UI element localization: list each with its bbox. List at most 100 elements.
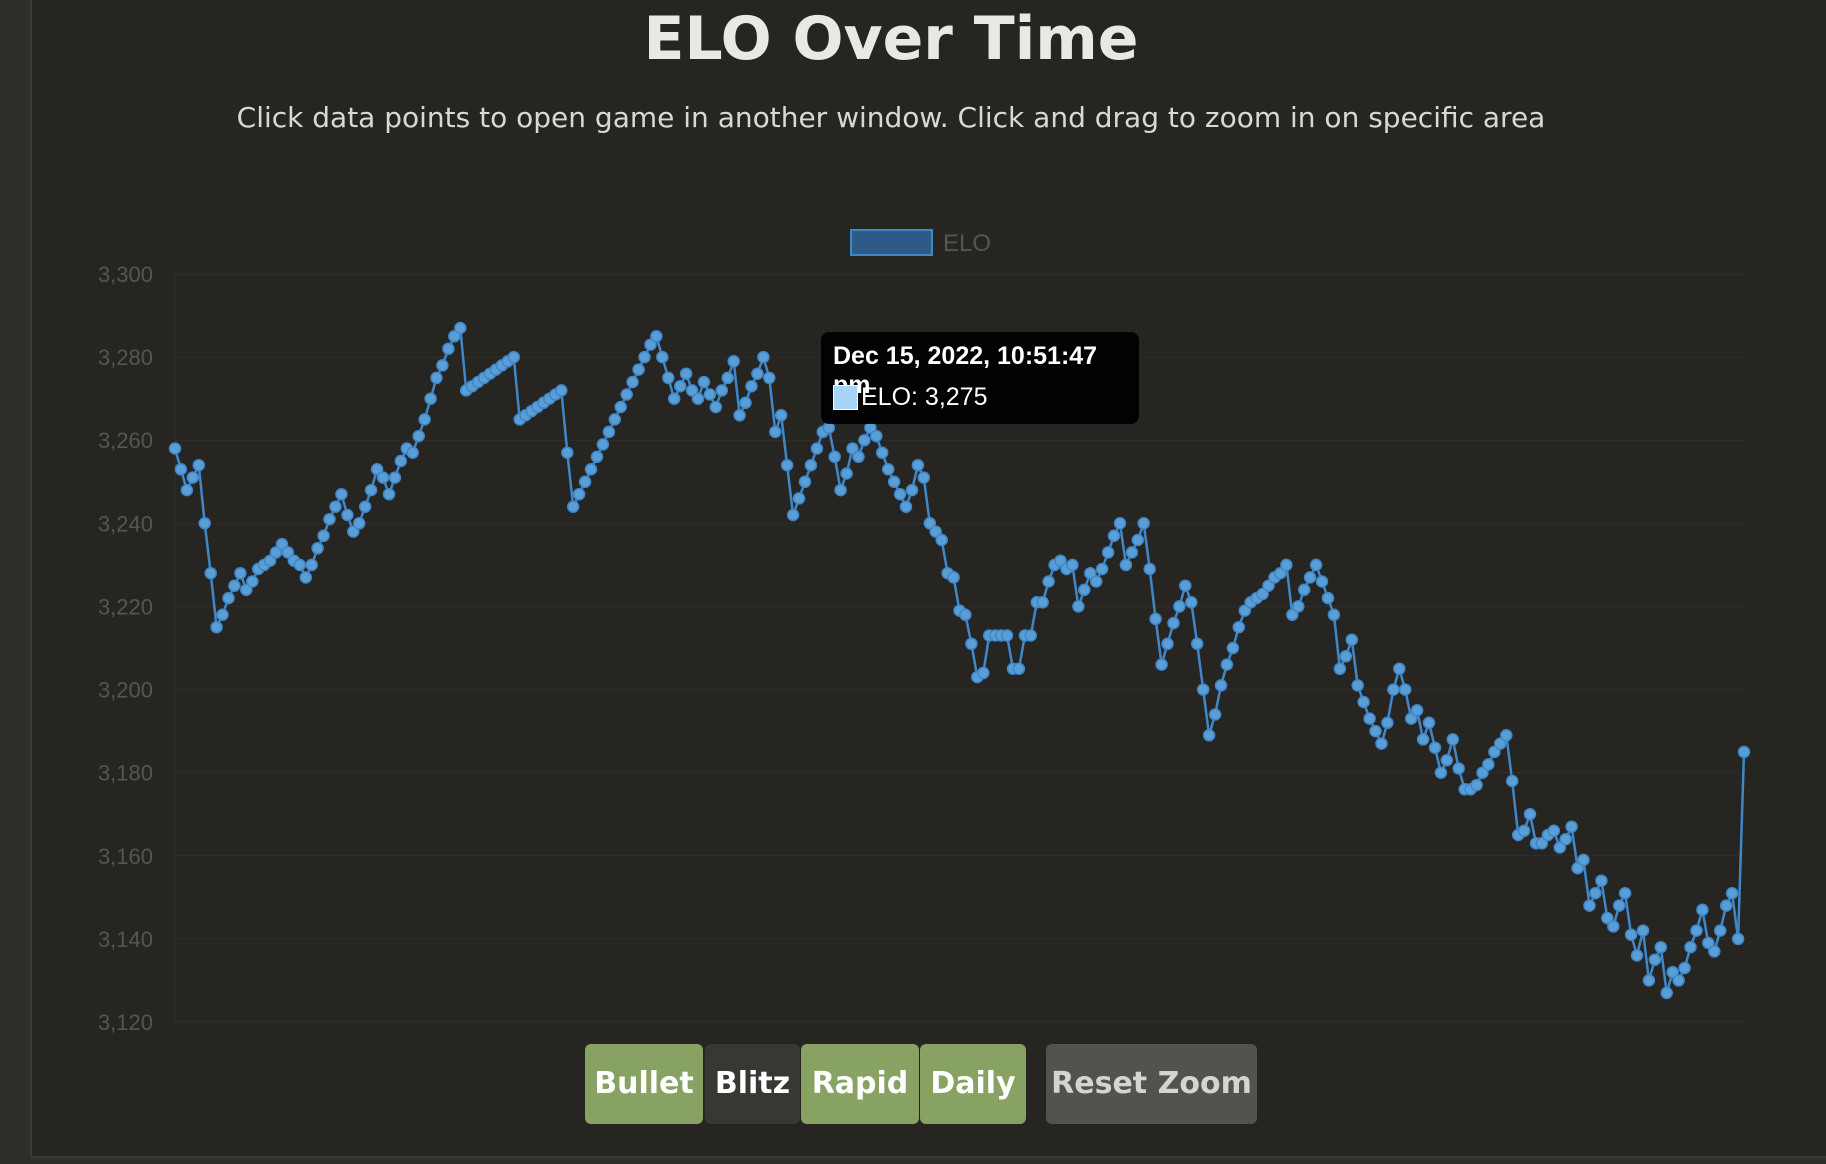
- rapid-toggle-button[interactable]: Rapid: [801, 1044, 919, 1124]
- elo-data-point: [198, 517, 211, 530]
- tooltip-color-swatch: [833, 385, 858, 410]
- elo-data-point: [1095, 562, 1109, 576]
- y-tick-label: 3,300: [98, 262, 153, 287]
- elo-data-point: [911, 458, 925, 472]
- elo-data-point: [1624, 928, 1638, 941]
- elo-data-point: [727, 355, 740, 368]
- elo-data-point: [1434, 766, 1448, 779]
- elo-data-point: [1660, 986, 1673, 1000]
- elo-data-point: [1416, 733, 1430, 746]
- elo-data-point: [210, 620, 223, 634]
- elo-data-point: [1012, 662, 1026, 676]
- elo-data-point: [1393, 662, 1406, 676]
- elo-data-point: [656, 350, 669, 364]
- elo-data-point: [739, 396, 752, 410]
- elo-data-point: [1292, 600, 1305, 613]
- elo-data-point: [1648, 953, 1662, 966]
- elo-data-point: [1196, 683, 1210, 696]
- elo-data-point: [1470, 778, 1483, 792]
- elo-data-point: [691, 392, 705, 405]
- elo-data-point: [1708, 945, 1721, 958]
- elo-data-point: [1214, 679, 1228, 692]
- elo-data-point: [1190, 637, 1204, 651]
- elo-data-point: [1357, 695, 1370, 709]
- elo-data-point: [168, 442, 182, 455]
- bullet-toggle-button[interactable]: Bullet: [585, 1044, 703, 1124]
- elo-data-point: [1078, 583, 1091, 597]
- elo-data-point: [703, 388, 717, 401]
- elo-data-point: [358, 500, 372, 513]
- elo-data-point: [174, 463, 188, 476]
- elo-data-point: [614, 400, 627, 414]
- elo-data-point: [1630, 949, 1644, 962]
- elo-data-point: [222, 591, 235, 605]
- elo-data-point: [1208, 708, 1222, 721]
- y-tick-label: 3,200: [98, 678, 153, 703]
- elo-data-point: [424, 392, 437, 405]
- elo-data-point: [1202, 729, 1216, 742]
- elo-line-chart[interactable]: 3,120 3,140 3,160 3,180 3,200 3,220 3,240 3,260…: [0, 0, 1826, 1164]
- elo-data-point: [1339, 650, 1353, 663]
- elo-data-point: [757, 350, 770, 364]
- daily-toggle-button[interactable]: Daily: [920, 1044, 1026, 1124]
- reset-zoom-button[interactable]: Reset Zoom: [1046, 1044, 1257, 1124]
- elo-data-point: [1589, 886, 1602, 900]
- elo-data-point: [192, 458, 206, 472]
- elo-data-point: [1410, 704, 1424, 717]
- elo-data-point: [1381, 716, 1394, 730]
- elo-data-point: [751, 367, 764, 380]
- elo-data-point: [1559, 832, 1572, 846]
- legend-swatch: [850, 229, 933, 256]
- elo-data-point: [1696, 903, 1709, 917]
- y-tick-label: 3,240: [98, 511, 153, 536]
- elo-data-point: [905, 483, 919, 497]
- elo-data-point: [780, 458, 794, 472]
- elo-data-point: [1137, 517, 1150, 530]
- elo-data-point: [578, 475, 592, 489]
- elo-data-point: [1452, 762, 1465, 775]
- elo-series-line: [173, 326, 1746, 995]
- elo-data-point: [1607, 920, 1620, 933]
- elo-data-point: [352, 517, 366, 530]
- elo-data-point: [1179, 579, 1192, 592]
- elo-data-point: [1072, 600, 1085, 613]
- elo-data-point: [1185, 596, 1198, 609]
- elo-data-point: [1036, 596, 1049, 609]
- elo-data-point: [745, 379, 758, 393]
- elo-data-point: [721, 371, 734, 385]
- elo-data-point: [1725, 886, 1739, 900]
- elo-data-point: [1440, 753, 1454, 767]
- elo-data-point: [1303, 571, 1317, 584]
- elo-data-point: [679, 367, 693, 380]
- elo-data-point: [608, 413, 622, 426]
- elo-data-point: [1642, 974, 1656, 987]
- elo-data-point: [228, 579, 241, 592]
- elo-data-point: [620, 388, 633, 401]
- elo-data-point: [1583, 899, 1596, 912]
- elo-data-point: [1731, 932, 1745, 946]
- blitz-toggle-button[interactable]: Blitz: [705, 1044, 800, 1124]
- elo-data-point: [1523, 807, 1537, 821]
- elo-data-point: [1636, 924, 1650, 937]
- time-control-toggles: Bullet Blitz Rapid Daily Reset Zoom: [0, 1044, 1826, 1124]
- elo-data-point: [412, 429, 425, 443]
- elo-data-point: [965, 637, 978, 651]
- y-tick-label: 3,260: [98, 428, 153, 453]
- elo-data-point: [1315, 575, 1329, 588]
- elo-data-point: [1505, 774, 1519, 788]
- elo-data-point: [1149, 612, 1162, 626]
- elo-data-point: [1678, 961, 1691, 975]
- elo-data-point: [1577, 853, 1590, 867]
- elo-data-point: [810, 442, 824, 455]
- elo-data-point: [1422, 716, 1436, 730]
- elo-data-point: [1387, 683, 1400, 696]
- elo-data-point: [590, 450, 604, 464]
- elo-data-point: [329, 500, 342, 513]
- y-tick-label: 3,220: [98, 594, 153, 619]
- elo-data-point: [1280, 558, 1293, 572]
- elo-data-point: [246, 575, 259, 588]
- elo-data-point: [840, 467, 853, 480]
- elo-data-point: [1107, 529, 1121, 543]
- elo-data-point: [763, 371, 776, 385]
- elo-data-point: [1143, 562, 1156, 576]
